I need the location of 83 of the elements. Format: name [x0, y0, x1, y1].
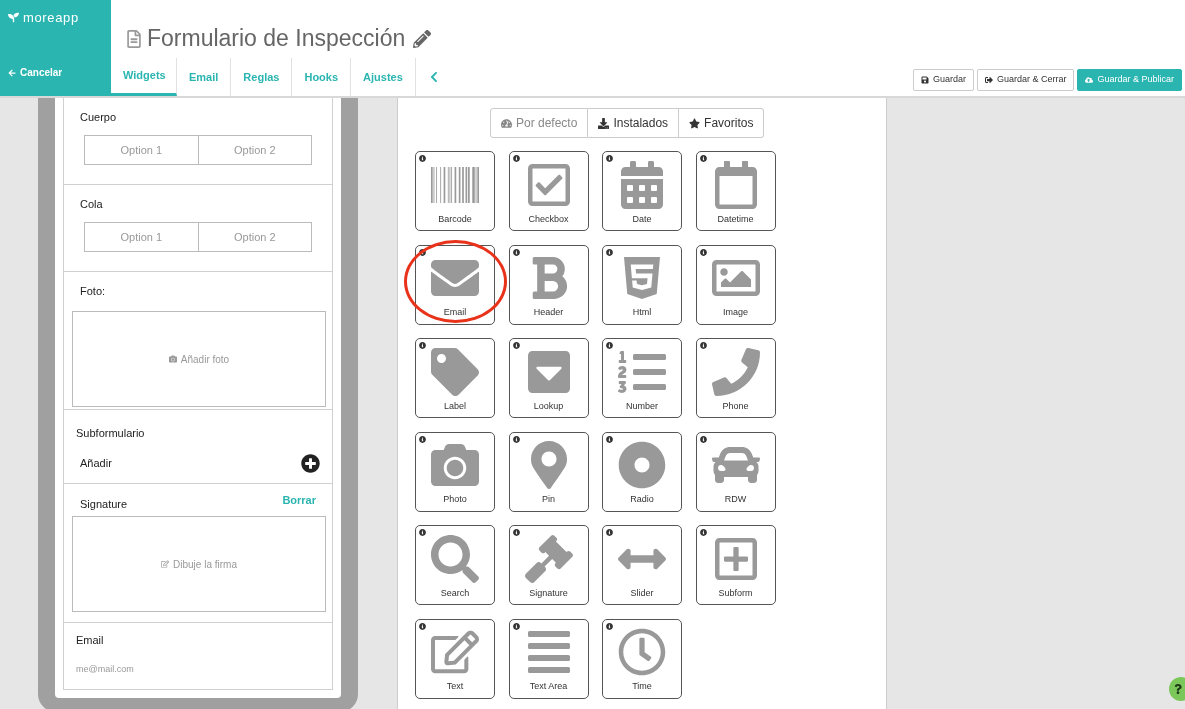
field-label: Email: [76, 634, 105, 647]
edit-title-icon[interactable]: [413, 29, 432, 48]
widget-tile[interactable]: Text Area: [508, 618, 589, 699]
widget-tile[interactable]: Pin: [508, 431, 589, 512]
widget-tile[interactable]: Lookup: [508, 338, 589, 418]
email-field[interactable]: me@mail.com: [76, 662, 320, 676]
field-label: Cola: [79, 198, 104, 211]
widget-tile[interactable]: Date: [602, 151, 682, 231]
info-icon[interactable]: [512, 342, 520, 349]
edit-icon: [431, 628, 479, 676]
widget-tile[interactable]: Phone: [695, 338, 776, 418]
close-button[interactable]: Guardar & Cerrar: [976, 69, 1075, 91]
tag-icon: [431, 347, 479, 396]
field-label: Signature: [80, 498, 128, 511]
info-icon[interactable]: [512, 529, 520, 536]
widget-tile[interactable]: Header: [508, 244, 589, 325]
info-icon[interactable]: [419, 622, 426, 630]
download-icon: [598, 117, 610, 129]
camera-icon: [168, 355, 177, 363]
widget-tile[interactable]: Slider: [602, 525, 682, 605]
field-label: Subformulario: [76, 427, 146, 440]
search-icon: [431, 534, 479, 583]
info-icon[interactable]: [512, 435, 520, 443]
filter-tab[interactable]: Por defecto: [490, 108, 589, 138]
info-icon[interactable]: [699, 248, 707, 256]
widget-tile[interactable]: Search: [415, 525, 495, 605]
star-icon: [689, 117, 701, 129]
filter-tab[interactable]: Favoritos: [679, 108, 765, 138]
phone-icon: [711, 347, 760, 396]
info-icon[interactable]: [606, 435, 613, 443]
info-icon[interactable]: [419, 529, 426, 536]
widget-tile[interactable]: Label: [415, 338, 495, 418]
widget-tile[interactable]: RDW: [695, 431, 776, 512]
widget-tile[interactable]: Signature: [508, 525, 589, 605]
info-icon[interactable]: [419, 435, 426, 443]
widget-tile[interactable]: Photo: [415, 431, 495, 512]
field-label: Foto:: [79, 285, 107, 298]
arrow-left-icon: [8, 68, 16, 77]
info-icon[interactable]: [606, 248, 613, 256]
info-icon[interactable]: [606, 529, 613, 536]
filter-tab[interactable]: Instalados: [588, 108, 680, 138]
floppy-icon: [920, 76, 929, 84]
info-icon[interactable]: [699, 155, 707, 162]
radio-icon: [618, 441, 666, 489]
widget-tile[interactable]: Datetime: [695, 151, 776, 231]
info-icon[interactable]: [699, 529, 707, 536]
widget-tile[interactable]: Checkbox: [508, 151, 589, 231]
gavel-icon: [524, 534, 573, 583]
edit-icon: [161, 560, 170, 568]
form-title: Formulario de Inspección: [147, 27, 406, 50]
widget-tile[interactable]: Time: [602, 618, 682, 699]
info-icon[interactable]: [699, 342, 707, 349]
add-icon[interactable]: [301, 454, 320, 473]
save-button[interactable]: Guardar: [912, 69, 974, 91]
clock-icon: [618, 628, 666, 676]
info-icon[interactable]: [512, 248, 520, 256]
logo-icon: [8, 12, 19, 24]
add-label: Añadir: [80, 456, 112, 472]
info-icon[interactable]: [606, 622, 613, 630]
help-icon: [1173, 684, 1183, 694]
info-icon[interactable]: [606, 342, 613, 349]
info-icon[interactable]: [606, 155, 613, 162]
widget-tile[interactable]: Barcode: [415, 151, 495, 231]
info-icon[interactable]: [512, 622, 520, 630]
widget-tile[interactable]: Number: [602, 338, 682, 418]
info-icon[interactable]: [419, 342, 426, 349]
gauge-icon: [501, 117, 512, 129]
exit-icon: [984, 76, 993, 84]
calendar-icon: [618, 160, 666, 209]
camera-icon: [431, 441, 479, 489]
info-icon[interactable]: [512, 155, 520, 162]
info-icon[interactable]: [419, 155, 426, 162]
widget-tile[interactable]: Image: [695, 244, 776, 325]
info-icon[interactable]: [699, 435, 707, 443]
cloud-upload-icon: [1085, 76, 1094, 84]
widget-tile[interactable]: Email: [415, 244, 495, 325]
widget-tile[interactable]: Text: [415, 618, 495, 699]
widget-tile[interactable]: Html: [602, 244, 682, 325]
widget-tile[interactable]: Subform: [695, 525, 776, 605]
field-label: Cuerpo: [79, 111, 118, 124]
widget-tile[interactable]: Radio: [602, 431, 682, 512]
document-icon: [125, 29, 143, 48]
logo-text: moreapp: [23, 9, 79, 27]
